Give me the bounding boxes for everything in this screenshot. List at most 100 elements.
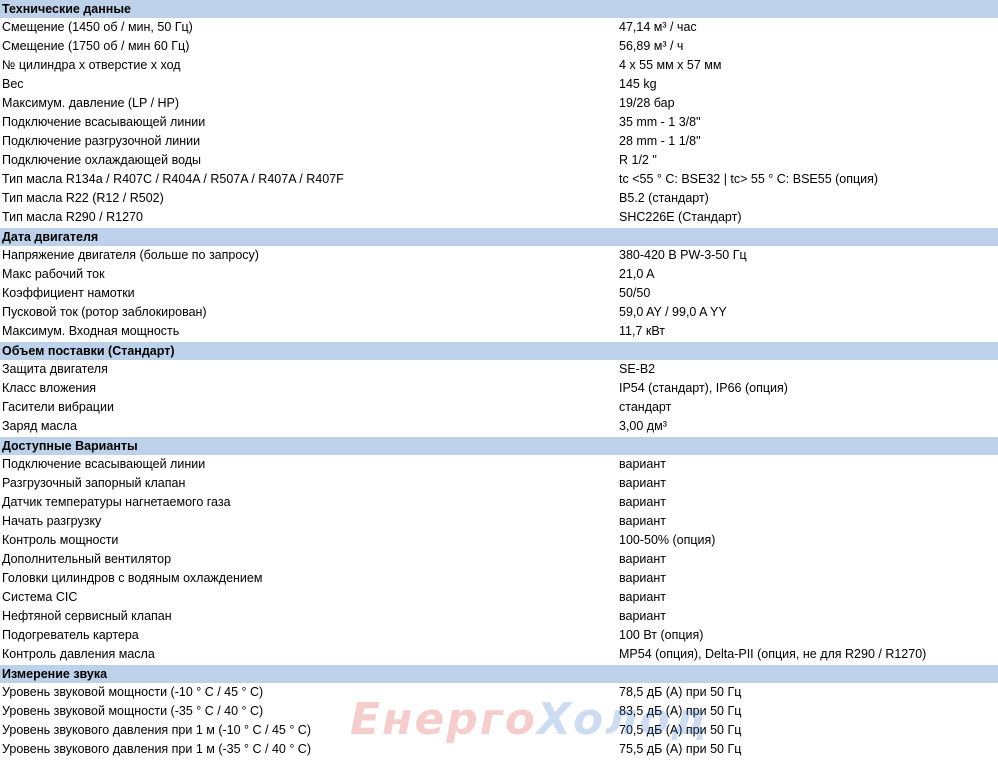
row-value: tc <55 ° C: BSE32 | tc> 55 ° C: BSE55 (о… — [619, 172, 879, 186]
row-label: Тип масла R22 (R12 / R502) — [2, 191, 164, 205]
table-row: Уровень звуковой мощности (-10 ° C / 45 … — [0, 683, 998, 702]
row-value: вариант — [619, 571, 666, 585]
table-row: Заряд масла 3,00 дм³ — [0, 417, 998, 436]
table-row: Пусковой ток (ротор заблокирован) 59,0 AY… — [0, 303, 998, 322]
row-value: 19/28 бар — [619, 96, 675, 110]
row-value: SE-B2 — [619, 362, 656, 376]
table-row: Подключение охлаждающей воды R 1/2 " — [0, 151, 998, 170]
row-label: Напряжение двигателя (больше по запросу) — [2, 248, 259, 262]
row-value: вариант — [619, 476, 666, 490]
row-label: Гасители вибрации — [2, 400, 114, 414]
table-row: Тип масла R22 (R12 / R502) B5.2 (стандарт… — [0, 189, 998, 208]
table-row: Подключение всасывающей линии 35 mm - 1 3… — [0, 113, 998, 132]
row-value: 11,7 кВт — [619, 324, 665, 338]
row-label: Нефтяной сервисный клапан — [2, 609, 172, 623]
row-value: 50/50 — [619, 286, 651, 300]
table-row: Смещение (1750 об / мин 60 Гц) 56,89 м³ /… — [0, 37, 998, 56]
row-label: Дополнительный вентилятор — [2, 552, 172, 566]
table-row: Разгрузочный запорный клапан вариант — [0, 474, 998, 493]
table-row: Уровень звуковой мощности (-35 ° C / 40 … — [0, 702, 998, 721]
table-row: Максимум. Входная мощность 11,7 кВт — [0, 322, 998, 341]
row-value: 4 x 55 мм x 57 мм — [619, 58, 722, 72]
row-value: 83,5 дБ (A) при 50 Гц — [619, 704, 742, 718]
row-label: Система CIC — [2, 590, 78, 604]
row-label: Смещение (1750 об / мин 60 Гц) — [2, 39, 190, 53]
row-label: Уровень звуковой мощности (-35 ° C / 40 … — [2, 704, 264, 718]
row-label: Защита двигателя — [2, 362, 108, 376]
table-row: Коэффициент намотки 50/50 — [0, 284, 998, 303]
section-header: Объем поставки (Стандарт) — [0, 342, 998, 360]
row-label: Тип масла R290 / R1270 — [2, 210, 143, 224]
row-label: Уровень звукового давления при 1 м (-35 … — [2, 742, 311, 756]
row-label: Подключение разгрузочной линии — [2, 134, 201, 148]
row-value: вариант — [619, 514, 666, 528]
row-label: Вес — [2, 77, 24, 91]
row-value: B5.2 (стандарт) — [619, 191, 709, 205]
table-row: Уровень звукового давления при 1 м (-10 … — [0, 721, 998, 740]
table-row: Подключение разгрузочной линии 28 mm - 1 … — [0, 132, 998, 151]
row-label: Датчик температуры нагнетаемого газа — [2, 495, 231, 509]
row-label: Смещение (1450 об / мин, 50 Гц) — [2, 20, 193, 34]
row-value: 78,5 дБ (A) при 50 Гц — [619, 685, 742, 699]
table-row: Уровень звукового давления при 1 м (-35 … — [0, 740, 998, 759]
table-row: Система CIC вариант — [0, 588, 998, 607]
row-value: вариант — [619, 552, 666, 566]
table-row: Датчик температуры нагнетаемого газа вари… — [0, 493, 998, 512]
table-row: Макс рабочий ток 21,0 A — [0, 265, 998, 284]
row-value: вариант — [619, 590, 666, 604]
table-row: № цилиндра x отверстие x ход 4 x 55 мм x … — [0, 56, 998, 75]
table-row: Гасители вибрации стандарт — [0, 398, 998, 417]
row-label: Подключение охлаждающей воды — [2, 153, 202, 167]
row-label: Максимум. давление (LP / HP) — [2, 96, 180, 110]
table-row: Тип масла R290 / R1270 SHC226E (Стандарт) — [0, 208, 998, 227]
row-label: Головки цилиндров с водяным охлаждением — [2, 571, 263, 585]
row-value: вариант — [619, 495, 666, 509]
table-row: Защита двигателя SE-B2 — [0, 360, 998, 379]
row-value: 59,0 AY / 99,0 A YY — [619, 305, 727, 319]
table-row: Максимум. давление (LP / HP) 19/28 бар — [0, 94, 998, 113]
section-header: Доступные Варианты — [0, 437, 998, 455]
section-header: Технические данные — [0, 0, 998, 18]
table-row: Напряжение двигателя (больше по запросу)… — [0, 246, 998, 265]
row-value: 100 Вт (опция) — [619, 628, 704, 642]
row-value: 380-420 В PW-3-50 Гц — [619, 248, 747, 262]
table-row: Подключение всасывающей линии вариант — [0, 455, 998, 474]
row-value: SHC226E (Стандарт) — [619, 210, 742, 224]
row-label: Коэффициент намотки — [2, 286, 135, 300]
row-label: Контроль мощности — [2, 533, 119, 547]
row-label: Макс рабочий ток — [2, 267, 105, 281]
table-row: Смещение (1450 об / мин, 50 Гц) 47,14 м³ … — [0, 18, 998, 37]
row-label: № цилиндра x отверстие x ход — [2, 58, 181, 72]
row-value: R 1/2 " — [619, 153, 657, 167]
table-row: Дополнительный вентилятор вариант — [0, 550, 998, 569]
table-row: Тип масла R134a / R407C / R404A / R507A … — [0, 170, 998, 189]
spec-table: Технические данные Смещение (1450 об / ми… — [0, 0, 998, 759]
section-header: Дата двигателя — [0, 228, 998, 246]
row-value: IP54 (стандарт), IP66 (опция) — [619, 381, 788, 395]
row-value: 28 mm - 1 1/8" — [619, 134, 701, 148]
row-value: 70,5 дБ (A) при 50 Гц — [619, 723, 742, 737]
table-row: Начать разгрузку вариант — [0, 512, 998, 531]
row-label: Уровень звукового давления при 1 м (-10 … — [2, 723, 311, 737]
table-row: Подогреватель картера 100 Вт (опция) — [0, 626, 998, 645]
table-row: Контроль мощности 100-50% (опция) — [0, 531, 998, 550]
row-value: 56,89 м³ / ч — [619, 39, 684, 53]
table-row: Контроль давления масла MP54 (опция), Del… — [0, 645, 998, 664]
row-label: Уровень звуковой мощности (-10 ° C / 45 … — [2, 685, 264, 699]
row-label: Начать разгрузку — [2, 514, 102, 528]
row-label: Заряд масла — [2, 419, 77, 433]
row-value: 75,5 дБ (A) при 50 Гц — [619, 742, 742, 756]
row-label: Максимум. Входная мощность — [2, 324, 180, 338]
row-value: MP54 (опция), Delta-PII (опция, не для R… — [619, 647, 927, 661]
row-label: Класс вложения — [2, 381, 97, 395]
row-value: 21,0 A — [619, 267, 655, 281]
table-row: Нефтяной сервисный клапан вариант — [0, 607, 998, 626]
row-label: Контроль давления масла — [2, 647, 155, 661]
row-label: Подогреватель картера — [2, 628, 139, 642]
row-value: 100-50% (опция) — [619, 533, 716, 547]
row-value: 3,00 дм³ — [619, 419, 667, 433]
row-value: 145 kg — [619, 77, 657, 91]
row-value: 47,14 м³ / час — [619, 20, 697, 34]
row-value: вариант — [619, 609, 666, 623]
row-value: 35 mm - 1 3/8" — [619, 115, 701, 129]
